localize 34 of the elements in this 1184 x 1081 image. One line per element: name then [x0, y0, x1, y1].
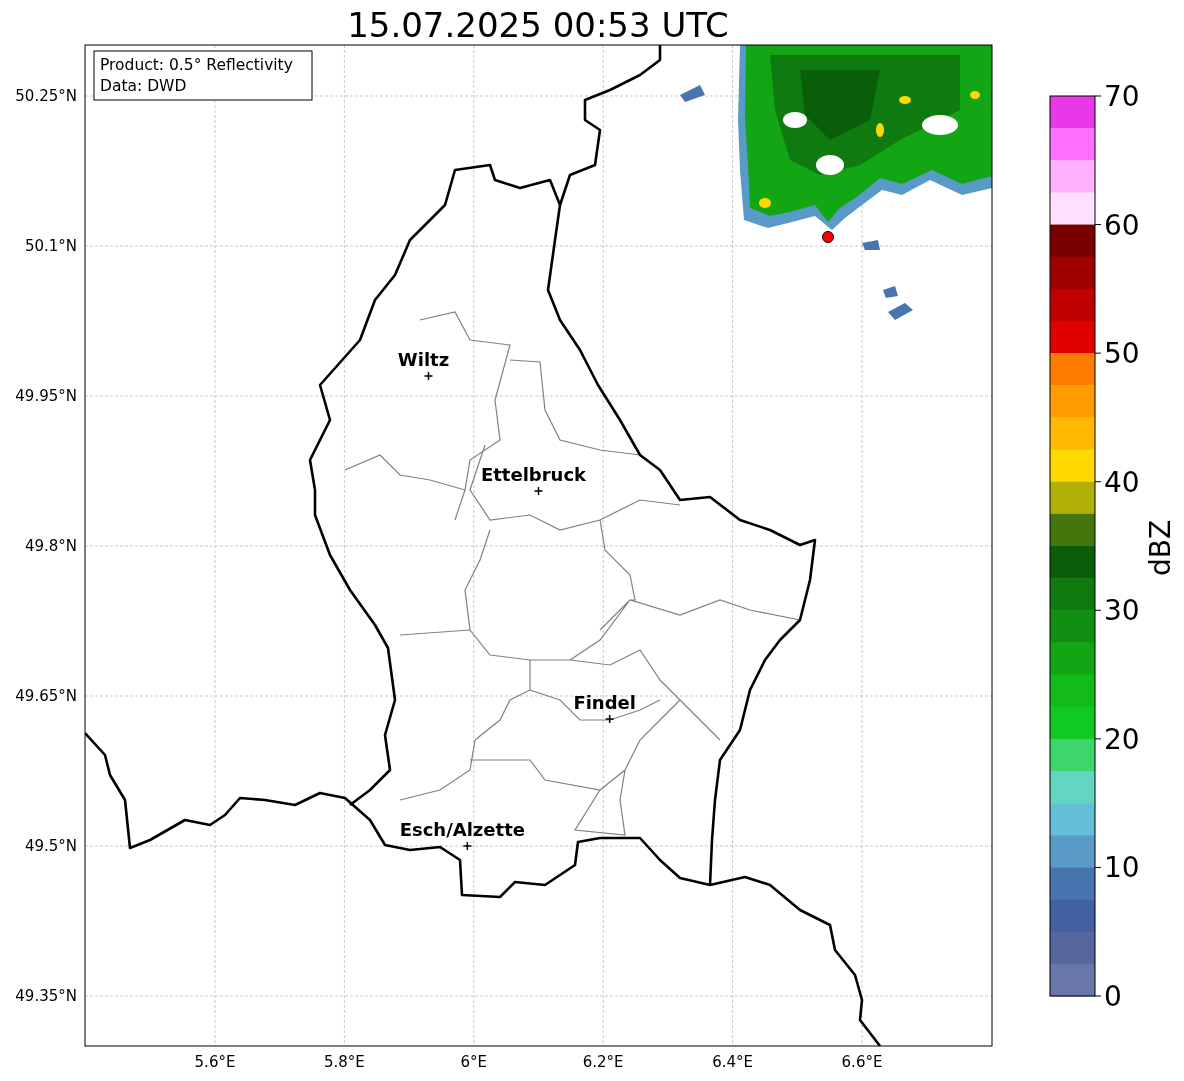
city-marker-icon [604, 714, 615, 724]
latitude-label: 50.1°N [24, 237, 77, 255]
info-text: Data: DWD [100, 77, 187, 95]
colorbar-tick-label: 70 [1104, 80, 1140, 113]
latitude-label: 49.35°N [15, 987, 77, 1005]
city-label: Ettelbruck [480, 464, 587, 485]
longitude-label: 6°E [460, 1053, 488, 1071]
colorbar-tick-label: 40 [1104, 465, 1140, 499]
info-text: Product: 0.5° Reflectivity [100, 56, 293, 74]
latitude-label: 49.5°N [24, 837, 77, 855]
colorbar-tick-label: 0 [1104, 980, 1122, 1013]
city-marker-icon [423, 371, 434, 381]
longitude-label: 6.6°E [841, 1053, 883, 1071]
colorbar-tick-label: 20 [1104, 722, 1140, 756]
longitude-label: 6.2°E [582, 1053, 624, 1071]
city-marker-icon [533, 486, 544, 496]
longitude-label: 5.8°E [324, 1053, 365, 1071]
latitude-label: 50.25°N [15, 87, 77, 105]
longitude-label: 6.4°E [712, 1053, 753, 1071]
chart-title: 15.07.2025 00:53 UTC [347, 5, 729, 45]
colorbar-tick-label: 10 [1104, 851, 1140, 885]
colorbar-tick-label: 50 [1104, 337, 1140, 371]
city-label: Wiltz [397, 349, 450, 370]
city-label: Findel [573, 692, 636, 713]
city-marker-icon [462, 841, 473, 851]
colorbar-tick-label: 30 [1104, 594, 1140, 628]
city-label: Esch/Alzette [399, 819, 525, 840]
colorbar-tick-label: 60 [1104, 208, 1140, 242]
longitude-label: 5.6°E [194, 1053, 236, 1071]
latitude-label: 49.8°N [24, 537, 77, 555]
colorbar-axis-label: dBZ [1144, 519, 1177, 577]
latitude-label: 49.65°N [15, 687, 77, 705]
latitude-label: 49.95°N [15, 387, 77, 405]
radar-site-marker [822, 231, 834, 243]
